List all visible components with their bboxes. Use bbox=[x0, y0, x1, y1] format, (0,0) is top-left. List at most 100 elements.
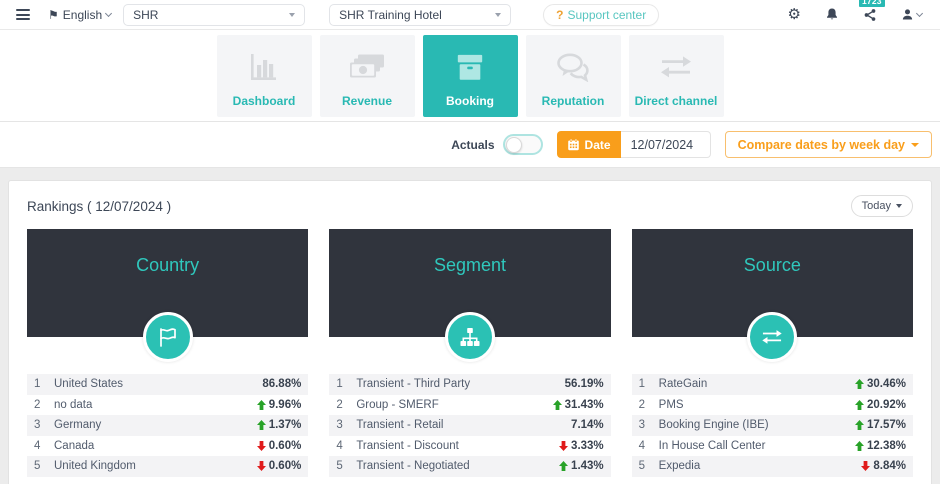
date-input[interactable]: 12/07/2024 bbox=[620, 131, 711, 158]
support-center-label: Support center bbox=[567, 7, 647, 22]
ranking-row: 5 United Kingdom 0.60% bbox=[27, 456, 309, 477]
rank-number: 1 bbox=[638, 378, 646, 391]
rank-number: 3 bbox=[34, 419, 41, 432]
rank-value: 7.14% bbox=[571, 419, 604, 431]
tab-dashboard[interactable]: Dashboard bbox=[216, 34, 312, 117]
rank-value: 9.96% bbox=[256, 399, 301, 411]
ranking-row: 3 Booking Engine (IBE) 17.57% bbox=[631, 415, 913, 436]
rank-label: Germany bbox=[54, 419, 102, 432]
rank-number: 1 bbox=[336, 378, 343, 391]
date-button-label: Date bbox=[584, 137, 611, 152]
property-select[interactable]: SHR bbox=[123, 3, 306, 26]
ranking-card-segment: Segment 1 Transient - Third Party 56.19% 2 G… bbox=[329, 229, 611, 477]
bell-icon[interactable] bbox=[825, 7, 839, 22]
speech-bubbles-icon bbox=[555, 35, 591, 94]
actuals-toggle[interactable] bbox=[502, 134, 543, 155]
rank-value: 20.92% bbox=[854, 399, 906, 411]
tab-booking[interactable]: Booking bbox=[422, 34, 518, 117]
language-selector[interactable]: ⚑ English bbox=[48, 7, 113, 22]
rank-percentage: 3.33% bbox=[571, 439, 604, 452]
bar-chart-icon bbox=[248, 35, 280, 94]
archive-box-icon bbox=[455, 35, 485, 94]
money-bills-icon bbox=[349, 35, 385, 94]
rank-label: RateGain bbox=[658, 378, 708, 391]
rank-value: 0.60% bbox=[256, 440, 301, 452]
tab-direct-channel[interactable]: Direct channel bbox=[628, 34, 724, 117]
trend-up-icon bbox=[854, 420, 864, 431]
rank-percentage: 7.14% bbox=[571, 419, 604, 432]
rank-number: 3 bbox=[336, 419, 343, 432]
hamburger-menu-icon[interactable] bbox=[14, 6, 32, 23]
main-tabs: Dashboard Revenue Booking Reputation Dir… bbox=[0, 30, 940, 122]
rank-label: United Kingdom bbox=[54, 460, 136, 473]
tab-reputation[interactable]: Reputation bbox=[525, 34, 621, 117]
ranking-row: 2 Group - SMERF 31.43% bbox=[329, 395, 610, 416]
tab-label: Booking bbox=[446, 93, 494, 108]
rankings-panel-header: Rankings ( 12/07/2024 ) Today bbox=[27, 195, 913, 217]
rank-label: Booking Engine (IBE) bbox=[658, 419, 769, 432]
ranking-list: 1 United States 86.88% 2 no data 9.96% 3 German… bbox=[27, 374, 309, 477]
ranking-row: 1 Transient - Third Party 56.19% bbox=[329, 374, 611, 395]
rank-number: 5 bbox=[336, 460, 343, 473]
tab-revenue[interactable]: Revenue bbox=[319, 34, 415, 117]
rank-label: Transient - Negotiated bbox=[356, 460, 470, 473]
exchange-arrows-icon bbox=[659, 35, 693, 94]
trend-up-icon bbox=[552, 399, 562, 410]
rank-percentage: 17.57% bbox=[866, 419, 906, 432]
rank-label: Transient - Third Party bbox=[356, 378, 471, 391]
ranking-row: 2 PMS 20.92% bbox=[632, 395, 913, 416]
trend-down-icon bbox=[256, 440, 266, 451]
rank-percentage: 56.19% bbox=[564, 378, 604, 391]
compare-dates-label: Compare dates by week day bbox=[737, 137, 905, 152]
trend-up-icon bbox=[854, 379, 864, 390]
rankings-panel: Rankings ( 12/07/2024 ) Today Country 1U… bbox=[8, 180, 932, 484]
rank-number: 2 bbox=[638, 398, 646, 411]
rank-number: 4 bbox=[34, 439, 41, 452]
trend-down-icon bbox=[861, 461, 871, 472]
property-select-value: SHR bbox=[133, 7, 159, 22]
date-button[interactable]: Date bbox=[556, 131, 621, 158]
card-header: Source bbox=[631, 229, 913, 362]
rank-label: Transient - Discount bbox=[356, 439, 459, 452]
ranking-row: 2 no data 9.96% bbox=[27, 395, 308, 416]
flag-icon: ⚑ bbox=[48, 7, 59, 22]
ranking-card-source: Source 1 RateGain 30.46% 2 PMS 20.92% 3 Booking… bbox=[631, 229, 913, 477]
tab-label: Reputation bbox=[541, 93, 605, 108]
hotel-select[interactable]: SHR Training Hotel bbox=[329, 3, 512, 26]
compare-dates-button[interactable]: Compare dates by week day bbox=[724, 131, 932, 158]
ranking-row: 5 Transient - Negotiated 1.43% bbox=[329, 456, 611, 477]
rank-value: 31.43% bbox=[552, 399, 604, 411]
tab-label: Revenue bbox=[341, 93, 393, 108]
rank-percentage: 1.37% bbox=[268, 419, 302, 432]
gear-icon[interactable]: ⚙ bbox=[788, 7, 801, 22]
trend-down-icon bbox=[256, 461, 266, 472]
chevron-down-icon bbox=[495, 12, 502, 17]
rank-value: 56.19% bbox=[565, 378, 604, 390]
trend-up-icon bbox=[854, 399, 864, 410]
sitemap-icon bbox=[444, 312, 495, 362]
rank-value: 17.57% bbox=[854, 419, 906, 432]
rank-value: 30.46% bbox=[854, 378, 906, 390]
share-icon[interactable]: 1723 bbox=[859, 0, 885, 22]
rank-number: 1 bbox=[34, 378, 41, 391]
rank-percentage: 86.88% bbox=[262, 378, 302, 391]
chevron-down-icon bbox=[289, 12, 296, 17]
user-menu[interactable] bbox=[901, 8, 924, 21]
rank-label: Transient - Retail bbox=[356, 419, 444, 432]
ranking-row: 1 RateGain 30.46% bbox=[631, 374, 913, 395]
ranking-row: 1 United States 86.88% bbox=[27, 374, 309, 395]
range-dropdown-button[interactable]: Today bbox=[850, 195, 913, 217]
tab-label: Direct channel bbox=[634, 93, 718, 108]
rank-number: 2 bbox=[34, 398, 41, 411]
rank-label: Group - SMERF bbox=[356, 398, 439, 411]
card-header: Country bbox=[27, 229, 309, 362]
notification-badge: 1723 bbox=[859, 0, 885, 7]
trend-up-icon bbox=[854, 440, 864, 451]
rank-value: 3.33% bbox=[559, 440, 604, 452]
rank-value: 12.38% bbox=[854, 440, 906, 452]
rank-label: Expedia bbox=[658, 460, 701, 473]
rank-label: Canada bbox=[54, 439, 95, 452]
topbar: ⚑ English SHR SHR Training Hotel ? Suppo… bbox=[0, 0, 940, 30]
support-center-button[interactable]: ? Support center bbox=[543, 3, 660, 26]
rankings-title: Rankings ( 12/07/2024 ) bbox=[27, 198, 172, 214]
